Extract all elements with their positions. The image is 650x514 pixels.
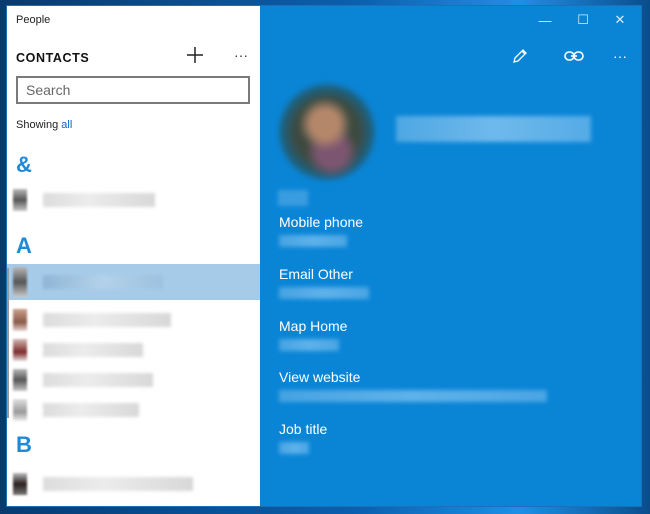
job-title-value	[279, 442, 309, 454]
maximize-icon: ☐	[577, 12, 589, 27]
contact-avatar	[13, 473, 27, 495]
search-input[interactable]	[16, 76, 250, 104]
maximize-button[interactable]: ☐	[568, 10, 598, 30]
contact-avatar	[13, 189, 27, 211]
mobile-phone-label: Mobile phone	[279, 214, 364, 230]
edit-icon	[513, 49, 527, 63]
group-header-a[interactable]: A	[16, 233, 32, 259]
contact-name	[43, 373, 153, 387]
contact-row[interactable]	[7, 368, 260, 392]
minimize-icon: —	[538, 12, 552, 28]
contact-name	[43, 343, 143, 357]
more-icon: ···	[234, 47, 248, 63]
contact-row[interactable]	[7, 308, 260, 332]
contacts-more-button[interactable]: ···	[229, 43, 253, 67]
mobile-phone-value[interactable]	[279, 235, 347, 247]
contact-avatar	[13, 399, 27, 421]
minimize-button[interactable]: —	[530, 10, 560, 30]
detail-more-button[interactable]: ···	[607, 44, 633, 68]
edit-contact-button[interactable]	[507, 44, 533, 68]
profile-subtitle	[278, 190, 308, 206]
contacts-header: CONTACTS	[16, 51, 90, 65]
filter-status: Showing all	[16, 119, 72, 131]
job-title-label: Job title	[279, 421, 328, 437]
group-header-ampersand[interactable]: &	[16, 152, 32, 178]
contact-name	[43, 403, 139, 417]
contact-name	[43, 313, 171, 327]
contact-avatar	[13, 339, 27, 361]
email-other-label: Email Other	[279, 266, 353, 282]
close-icon: ✕	[614, 12, 626, 27]
filter-all-link[interactable]: all	[61, 119, 72, 131]
contact-detail-pane: — ☐ ✕ ··· Mobile phone Email Other Map H…	[260, 6, 641, 506]
contact-row[interactable]	[7, 398, 260, 422]
filter-prefix: Showing	[16, 119, 59, 131]
group-header-b[interactable]: B	[16, 432, 32, 458]
contact-row[interactable]	[7, 188, 260, 212]
website-value[interactable]	[279, 390, 547, 402]
link-icon	[564, 51, 584, 61]
contact-name	[43, 477, 193, 491]
app-title: People	[16, 14, 51, 26]
contacts-scrollbar[interactable]	[7, 268, 9, 418]
contact-row[interactable]	[7, 338, 260, 362]
map-home-label: Map Home	[279, 318, 348, 334]
contact-name	[43, 275, 163, 289]
contact-avatar	[13, 369, 27, 391]
more-icon: ···	[613, 48, 627, 64]
contacts-pane: People CONTACTS ··· Showing all & A	[7, 6, 260, 506]
map-home-value[interactable]	[279, 339, 339, 351]
plus-icon	[187, 47, 203, 63]
profile-name	[396, 116, 591, 142]
view-website-label[interactable]: View website	[279, 369, 360, 385]
contact-avatar	[13, 309, 27, 331]
close-button[interactable]: ✕	[605, 10, 635, 30]
contact-name	[43, 193, 155, 207]
email-other-value[interactable]	[279, 287, 369, 299]
link-contacts-button[interactable]	[561, 44, 587, 68]
contact-row[interactable]	[7, 470, 260, 498]
contact-avatar	[13, 267, 27, 297]
contact-row-selected[interactable]	[7, 264, 260, 300]
profile-picture[interactable]	[277, 82, 377, 182]
add-contact-button[interactable]	[183, 43, 207, 67]
people-app-window: People CONTACTS ··· Showing all & A	[7, 6, 641, 506]
